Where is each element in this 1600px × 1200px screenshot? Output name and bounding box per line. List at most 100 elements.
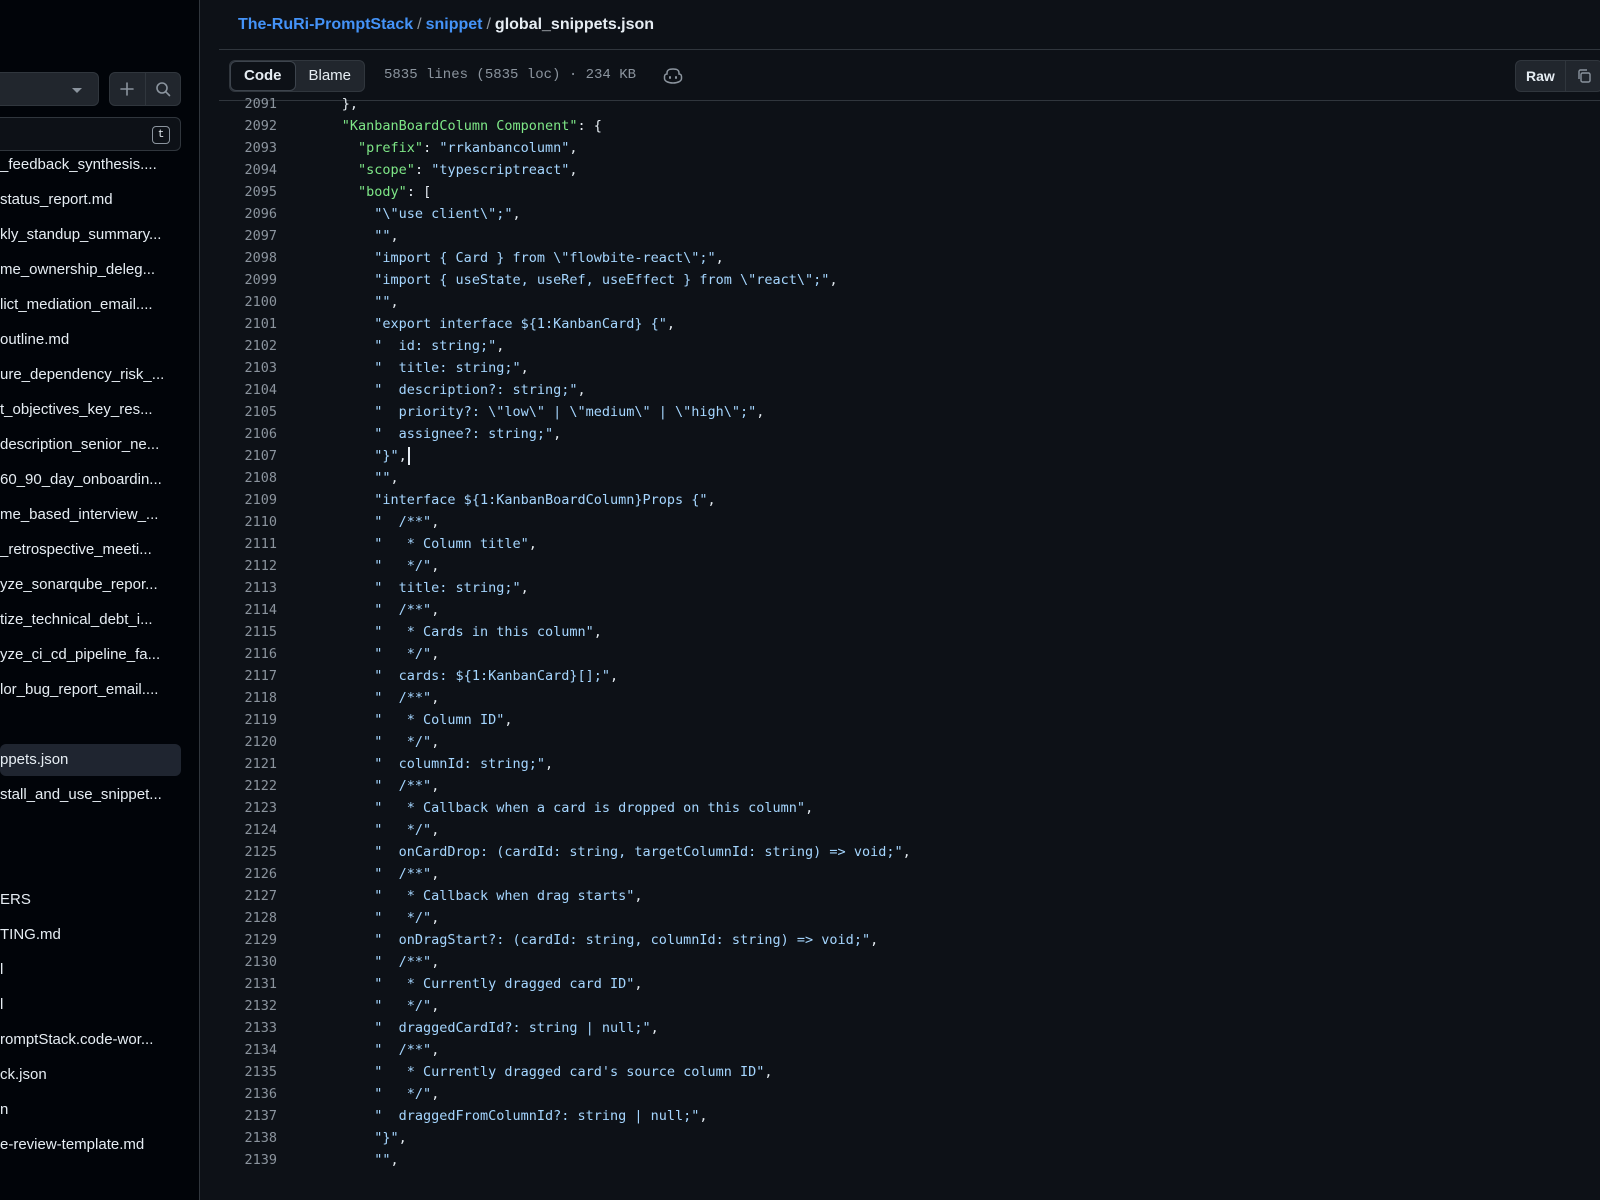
line-number[interactable]: 2113 — [219, 577, 277, 599]
line-number[interactable]: 2110 — [219, 511, 277, 533]
code-text: " * Cards in this column", — [374, 624, 602, 640]
line-number[interactable]: 2096 — [219, 203, 277, 225]
line-number[interactable]: 2098 — [219, 247, 277, 269]
sidebar-file-item[interactable]: me_based_interview_... — [0, 499, 181, 531]
sidebar-file-item[interactable]: t_objectives_key_res... — [0, 394, 181, 426]
line-number[interactable]: 2099 — [219, 269, 277, 291]
line-number[interactable]: 2120 — [219, 731, 277, 753]
code-line: 2105 " priority?: \"low\" | \"medium\" |… — [219, 401, 1600, 423]
line-number[interactable]: 2136 — [219, 1083, 277, 1105]
line-number[interactable]: 2102 — [219, 335, 277, 357]
line-number[interactable]: 2135 — [219, 1061, 277, 1083]
line-number[interactable]: 2124 — [219, 819, 277, 841]
sidebar-file-item[interactable]: description_senior_ne... — [0, 429, 181, 461]
code-text: "", — [374, 1152, 399, 1168]
line-number[interactable]: 2114 — [219, 599, 277, 621]
code-line: 2093 "prefix": "rrkanbancolumn", — [219, 137, 1600, 159]
sidebar-file-item[interactable]: _retrospective_meeti... — [0, 534, 181, 566]
sidebar-file-item[interactable]: TING.md — [0, 919, 181, 951]
line-number[interactable]: 2129 — [219, 929, 277, 951]
breadcrumb-current-file: global_snippets.json — [494, 16, 655, 33]
line-number[interactable]: 2125 — [219, 841, 277, 863]
line-number[interactable]: 2105 — [219, 401, 277, 423]
line-number[interactable]: 2117 — [219, 665, 277, 687]
line-number[interactable]: 2106 — [219, 423, 277, 445]
code-text: "body": [ — [358, 184, 432, 200]
line-number[interactable]: 2128 — [219, 907, 277, 929]
code-viewer[interactable]: 2091 }, 2092 "KanbanBoardColumn Component… — [219, 98, 1600, 1200]
tab-code[interactable]: Code — [230, 61, 296, 91]
breadcrumb-separator: / — [417, 16, 422, 33]
sidebar-file-item[interactable]: e-review-template.md — [0, 1129, 181, 1161]
line-number[interactable]: 2131 — [219, 973, 277, 995]
sidebar-file-label: tize_technical_debt_i... — [0, 611, 153, 628]
sidebar-file-item[interactable]: outline.md — [0, 324, 181, 356]
sidebar-file-item[interactable]: me_ownership_deleg... — [0, 254, 181, 286]
line-number[interactable]: 2094 — [219, 159, 277, 181]
line-number[interactable]: 2097 — [219, 225, 277, 247]
copilot-button[interactable] — [663, 67, 683, 90]
sidebar-file-item[interactable]: yze_sonarqube_repor... — [0, 569, 181, 601]
line-number[interactable]: 2133 — [219, 1017, 277, 1039]
sidebar-file-label: 60_90_day_onboardin... — [0, 471, 162, 488]
line-number[interactable]: 2130 — [219, 951, 277, 973]
line-number[interactable]: 2103 — [219, 357, 277, 379]
line-number[interactable]: 2104 — [219, 379, 277, 401]
sidebar-file-item[interactable]: romptStack.code-wor... — [0, 1024, 181, 1056]
code-line: 2102 " id: string;", — [219, 335, 1600, 357]
sidebar-file-item[interactable]: n — [0, 1094, 181, 1126]
line-number[interactable]: 2111 — [219, 533, 277, 555]
line-number[interactable]: 2121 — [219, 753, 277, 775]
line-number[interactable]: 2107 — [219, 445, 277, 467]
code-text: " */", — [374, 558, 440, 574]
line-number[interactable]: 2132 — [219, 995, 277, 1017]
line-number[interactable]: 2118 — [219, 687, 277, 709]
line-number[interactable]: 2127 — [219, 885, 277, 907]
sidebar-file-item[interactable]: stall_and_use_snippet... — [0, 779, 181, 811]
line-number[interactable]: 2122 — [219, 775, 277, 797]
sidebar-file-item[interactable]: ppets.json — [0, 744, 181, 776]
line-number[interactable]: 2101 — [219, 313, 277, 335]
line-number[interactable]: 2123 — [219, 797, 277, 819]
sidebar-file-item[interactable]: lict_mediation_email.... — [0, 289, 181, 321]
sidebar-file-item[interactable]: l — [0, 954, 181, 986]
code-text: "import { useState, useRef, useEffect } … — [374, 272, 838, 288]
sidebar-file-item[interactable]: kly_standup_summary... — [0, 219, 181, 251]
code-line: 2138 "}", — [219, 1127, 1600, 1149]
line-number[interactable]: 2138 — [219, 1127, 277, 1149]
line-number[interactable]: 2139 — [219, 1149, 277, 1171]
sidebar-file-item[interactable]: 60_90_day_onboardin... — [0, 464, 181, 496]
line-number[interactable]: 2092 — [219, 115, 277, 137]
line-number[interactable]: 2093 — [219, 137, 277, 159]
sidebar-file-item[interactable]: ure_dependency_risk_... — [0, 359, 181, 391]
sidebar-file-item[interactable]: yze_ci_cd_pipeline_fa... — [0, 639, 181, 671]
line-number[interactable]: 2100 — [219, 291, 277, 313]
sidebar-file-item[interactable]: tize_technical_debt_i... — [0, 604, 181, 636]
sidebar-file-item[interactable]: lor_bug_report_email.... — [0, 674, 181, 706]
sidebar-file-item[interactable]: ck.json — [0, 1059, 181, 1091]
line-number[interactable]: 2109 — [219, 489, 277, 511]
sidebar-file-item[interactable]: ERS — [0, 884, 181, 916]
code-text: " /**", — [374, 602, 440, 618]
code-line: 2122 " /**", — [219, 775, 1600, 797]
sidebar-file-item[interactable]: l — [0, 989, 181, 1021]
breadcrumb-repo-link[interactable]: The-RuRi-PromptStack — [238, 16, 413, 33]
line-number[interactable]: 2115 — [219, 621, 277, 643]
copy-icon — [1578, 69, 1591, 83]
raw-button[interactable]: Raw — [1516, 61, 1565, 91]
line-number[interactable]: 2126 — [219, 863, 277, 885]
line-number[interactable]: 2119 — [219, 709, 277, 731]
line-number[interactable]: 2134 — [219, 1039, 277, 1061]
sidebar-file-item[interactable]: _feedback_synthesis.... — [0, 149, 181, 181]
code-line: 2098 "import { Card } from \"flowbite-re… — [219, 247, 1600, 269]
line-number[interactable]: 2137 — [219, 1105, 277, 1127]
line-number[interactable]: 2095 — [219, 181, 277, 203]
sidebar-file-item[interactable]: status_report.md — [0, 184, 181, 216]
line-number[interactable]: 2091 — [219, 98, 277, 115]
line-number[interactable]: 2112 — [219, 555, 277, 577]
line-number[interactable]: 2116 — [219, 643, 277, 665]
breadcrumb-folder-link[interactable]: snippet — [426, 16, 483, 33]
tab-blame[interactable]: Blame — [296, 61, 365, 91]
line-number[interactable]: 2108 — [219, 467, 277, 489]
copy-raw-button[interactable] — [1564, 61, 1600, 91]
